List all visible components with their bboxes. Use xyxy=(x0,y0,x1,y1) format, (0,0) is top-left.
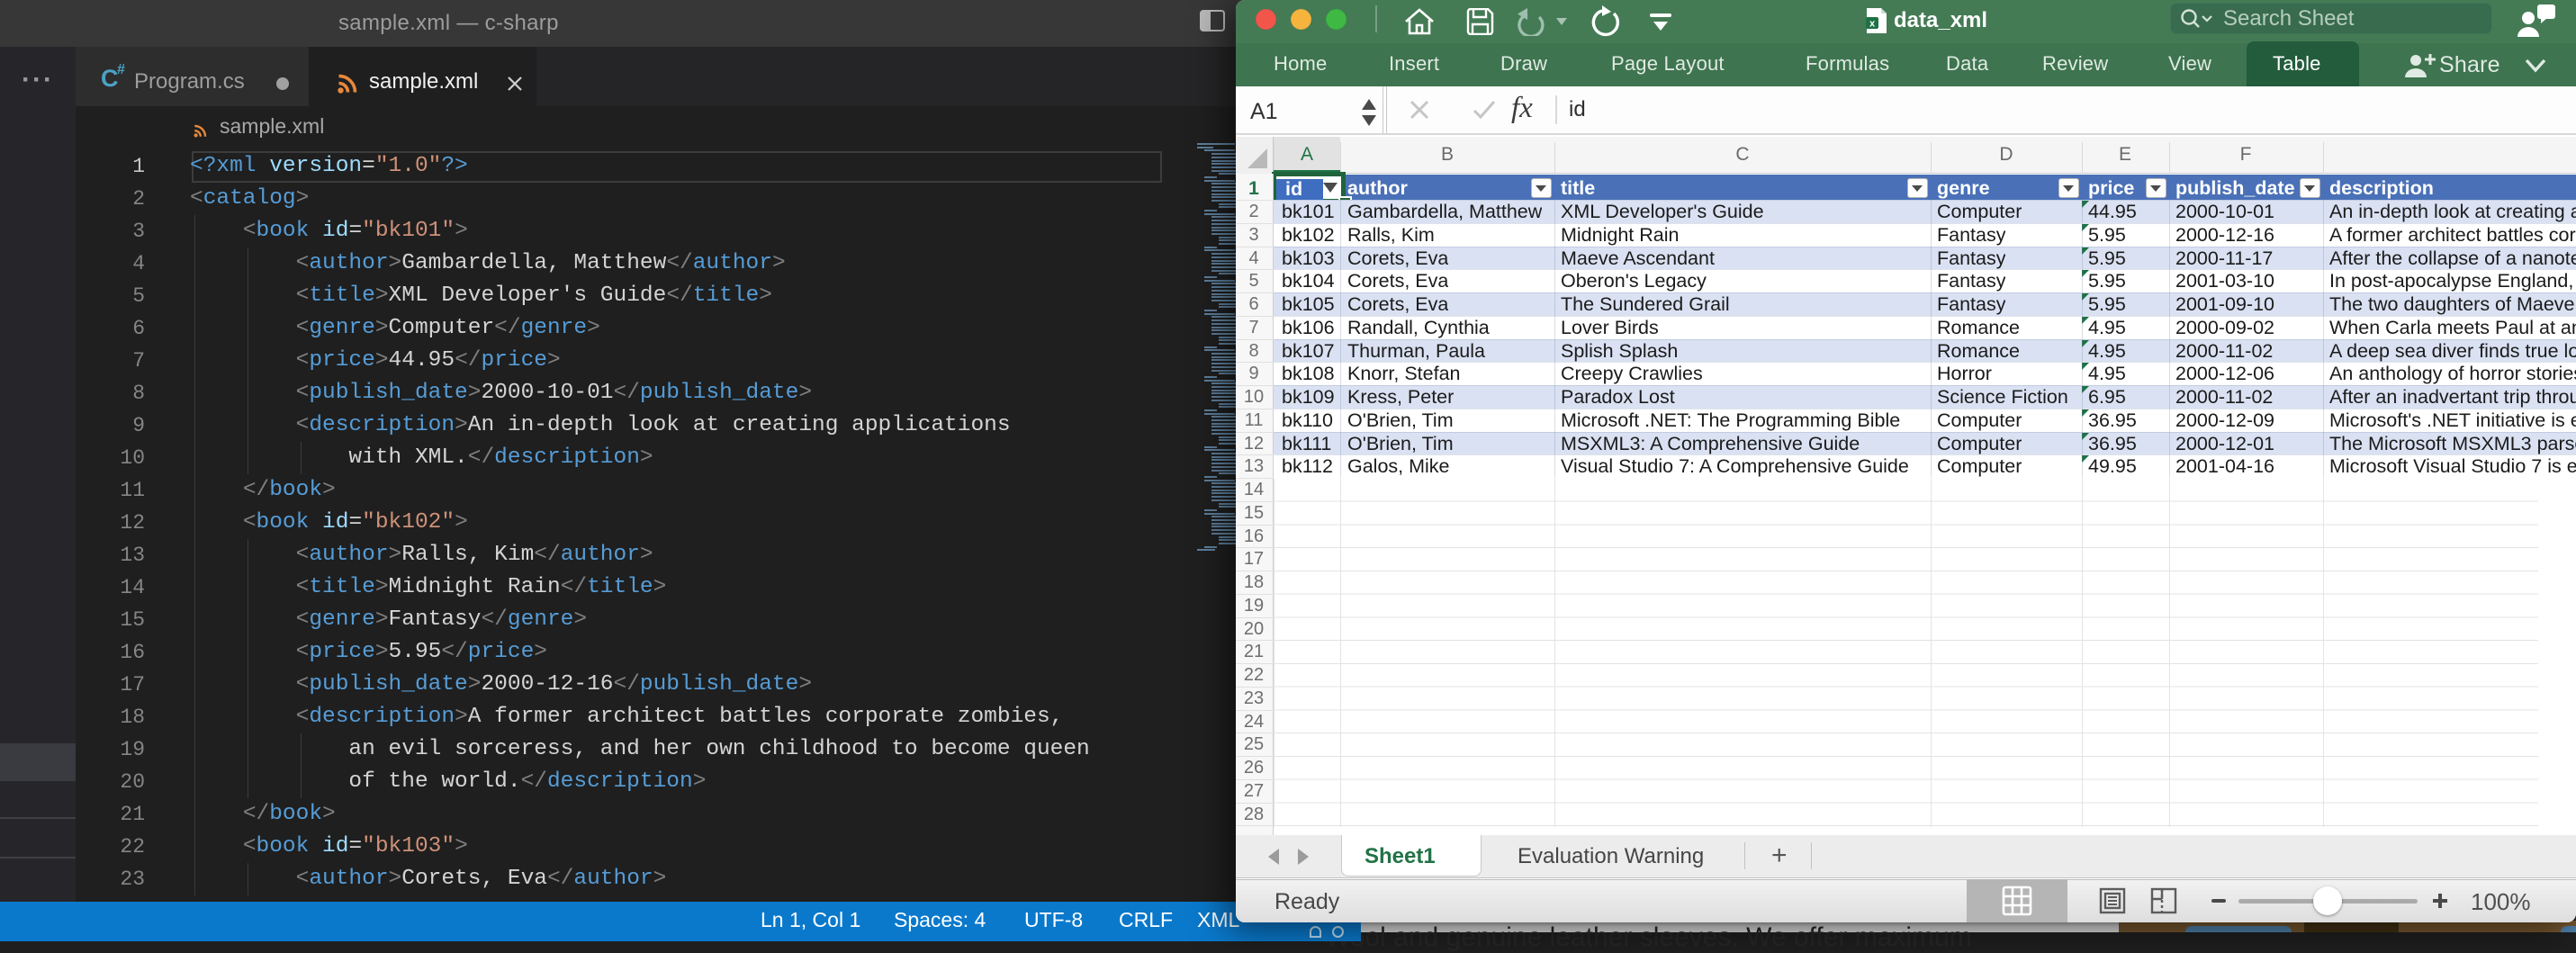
svg-text:x: x xyxy=(1869,19,1876,30)
